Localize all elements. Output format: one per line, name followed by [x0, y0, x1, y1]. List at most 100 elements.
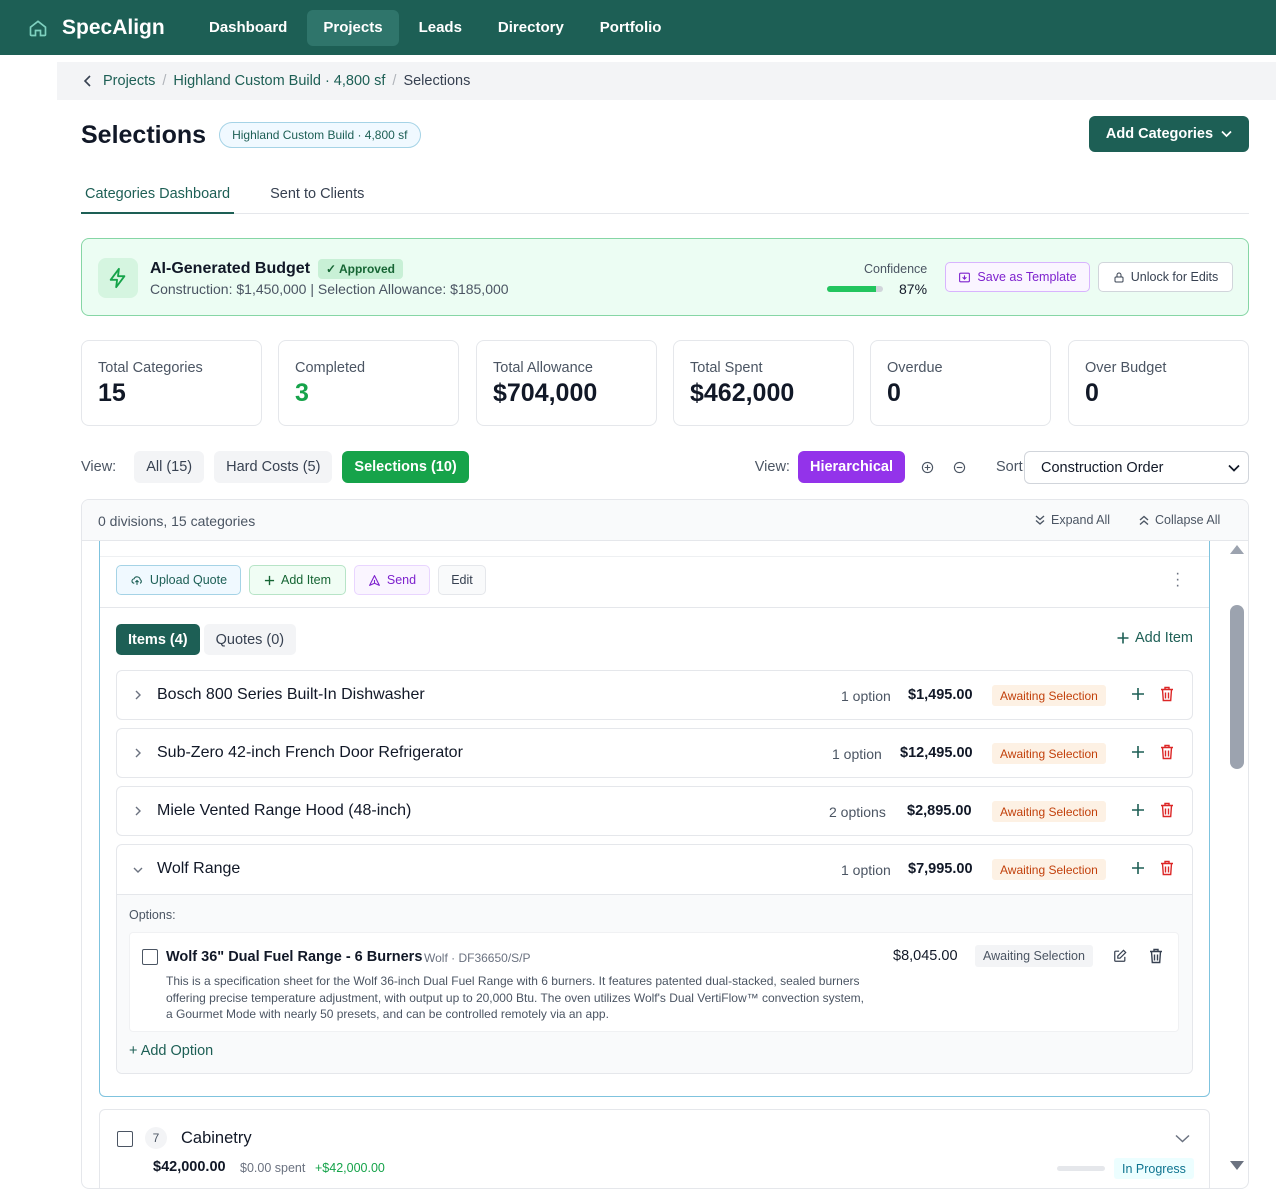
nav-dashboard[interactable]: Dashboard [193, 10, 303, 46]
page-title: Selections [81, 120, 207, 149]
stat-label: Overdue [887, 360, 943, 376]
view-mode-hierarchical[interactable]: Hierarchical [797, 451, 905, 483]
check-icon: ✓ [326, 262, 339, 276]
more-menu-icon[interactable]: · · · [1175, 566, 1180, 594]
ai-budget-title-row: AI-Generated Budget ✓ Approved [150, 259, 403, 279]
category-card-appliances: Upload Quote Add Item Send Edit · · · Item… [99, 541, 1210, 1097]
edit-icon[interactable] [1113, 949, 1127, 963]
trash-icon[interactable] [1160, 860, 1174, 876]
brand[interactable]: SpecAlign [28, 16, 193, 40]
scroll-down-arrow-icon[interactable] [1230, 1161, 1244, 1170]
panel-header: 0 divisions, 15 categories Expand All Co… [82, 500, 1248, 541]
category-card-cabinetry[interactable]: 7 Cabinetry $42,000.00 $0.00 spent +$42,… [99, 1109, 1210, 1188]
send-label: Send [386, 573, 417, 587]
chevron-right-icon[interactable] [131, 746, 145, 760]
nav-directory[interactable]: Directory [482, 10, 580, 46]
expand-circle-icon[interactable] [921, 461, 934, 474]
plus-icon[interactable] [1131, 745, 1145, 759]
edit-label: Edit [451, 573, 473, 587]
chevrons-up-icon [1139, 515, 1149, 526]
chevron-left-icon[interactable] [83, 75, 93, 87]
filter-selections[interactable]: Selections (10) [342, 451, 469, 483]
item-row[interactable]: Sub-Zero 42-inch French Door Refrigerato… [116, 728, 1193, 778]
tab-categories-dashboard[interactable]: Categories Dashboard [81, 178, 235, 214]
trash-icon[interactable] [1160, 744, 1174, 760]
breadcrumb-project[interactable]: Highland Custom Build · 4,800 sf [173, 73, 385, 89]
stat-overdue: Overdue 0 [870, 340, 1051, 426]
send-icon [368, 574, 380, 586]
trash-icon[interactable] [1160, 686, 1174, 702]
plus-icon[interactable] [1131, 803, 1145, 817]
sort-select[interactable]: Construction Order [1024, 451, 1249, 484]
item-row[interactable]: Bosch 800 Series Built-In Dishwasher 1 o… [116, 670, 1193, 720]
item-row[interactable]: Miele Vented Range Hood (48-inch) 2 opti… [116, 786, 1193, 836]
stat-total-spent: Total Spent $462,000 [673, 340, 854, 426]
nav-leads[interactable]: Leads [403, 10, 478, 46]
collapse-all-button[interactable]: Collapse All [1138, 513, 1220, 527]
plus-icon[interactable] [1131, 861, 1145, 875]
categories-panel: 0 divisions, 15 categories Expand All Co… [81, 499, 1249, 1189]
tab-sent-to-clients[interactable]: Sent to Clients [266, 178, 368, 214]
confidence-bar-fill [827, 286, 876, 292]
add-option-link[interactable]: + Add Option [129, 1043, 213, 1059]
category-checkbox[interactable] [117, 1131, 133, 1147]
trash-icon[interactable] [1149, 948, 1163, 964]
add-item-link-label: Add Item [1134, 630, 1193, 646]
view-mode-label: View: [754, 459, 790, 475]
tab-quotes[interactable]: Quotes (0) [203, 624, 297, 655]
breadcrumb-projects[interactable]: Projects [103, 73, 155, 89]
add-categories-button[interactable]: Add Categories [1089, 116, 1249, 152]
expand-all-label: Expand All [1051, 513, 1111, 527]
stat-label: Total Allowance [493, 360, 593, 376]
category-name: Cabinetry [181, 1129, 252, 1147]
expand-all-button[interactable]: Expand All [1034, 513, 1110, 527]
scrollbar-thumb[interactable] [1230, 605, 1244, 769]
collapse-circle-icon[interactable] [953, 461, 966, 474]
save-as-template-button[interactable]: Save as Template [945, 262, 1090, 292]
send-button[interactable]: Send [354, 565, 430, 595]
approved-label: Approved [338, 262, 395, 276]
item-option-count: 1 option [841, 862, 891, 878]
stat-label: Total Spent [690, 360, 763, 376]
chevron-down-icon[interactable] [1175, 1134, 1190, 1143]
filter-hard-costs[interactable]: Hard Costs (5) [214, 451, 333, 483]
lock-icon [1114, 272, 1124, 282]
item-row-expanded[interactable]: Wolf Range 1 option $7,995.00 Awaiting S… [116, 844, 1193, 1074]
tab-items[interactable]: Items (4) [116, 624, 200, 655]
breadcrumb-current: Selections [403, 73, 471, 89]
plus-icon[interactable] [1131, 687, 1145, 701]
item-name: Bosch 800 Series Built-In Dishwasher [157, 686, 425, 703]
add-item-link[interactable]: Add Item [1117, 630, 1193, 646]
plus-icon [264, 575, 275, 585]
upload-quote-button[interactable]: Upload Quote [116, 565, 241, 595]
item-name: Sub-Zero 42-inch French Door Refrigerato… [157, 744, 463, 761]
trash-icon[interactable] [1160, 802, 1174, 818]
option-price: $8,045.00 [893, 948, 958, 964]
category-actions: Upload Quote Add Item Send Edit · · · [100, 556, 1209, 608]
chevron-right-icon[interactable] [131, 804, 145, 818]
categories-scroll-area[interactable]: Upload Quote Add Item Send Edit · · · Item… [82, 541, 1248, 1188]
project-badge: Highland Custom Build · 4,800 sf [219, 122, 421, 148]
edit-button[interactable]: Edit [438, 565, 486, 595]
status-badge: In Progress [1114, 1158, 1194, 1179]
cloud-upload-icon [131, 575, 142, 585]
nav-portfolio[interactable]: Portfolio [584, 10, 678, 46]
ai-budget-title: AI-Generated Budget [150, 260, 311, 277]
category-budget: $42,000.00 [153, 1159, 226, 1175]
confidence-bar [827, 286, 883, 292]
stat-value: 15 [98, 379, 126, 407]
filter-all[interactable]: All (15) [134, 451, 205, 483]
chevron-right-icon[interactable] [131, 688, 145, 702]
unlock-for-edits-button[interactable]: Unlock for Edits [1098, 262, 1233, 292]
option-description: This is a specification sheet for the Wo… [166, 974, 864, 1021]
item-option-count: 2 options [829, 804, 886, 820]
option-checkbox[interactable] [142, 949, 158, 965]
divisions-count: 0 divisions, 15 categories [98, 513, 256, 529]
chevron-down-icon[interactable] [131, 863, 145, 877]
add-item-button[interactable]: Add Item [249, 565, 346, 595]
nav-projects[interactable]: Projects [307, 9, 399, 46]
scroll-up-arrow-icon[interactable] [1230, 545, 1244, 554]
brand-name: SpecAlign [62, 15, 165, 39]
status-badge: Awaiting Selection [992, 743, 1106, 764]
stat-label: Total Categories [98, 360, 203, 376]
